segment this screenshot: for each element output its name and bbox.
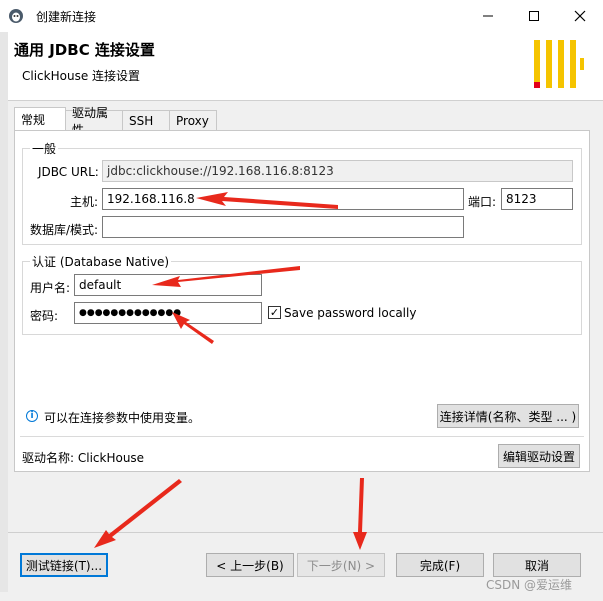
arrow-to-host-icon bbox=[196, 192, 338, 209]
arrow-to-next-button-icon bbox=[353, 478, 367, 550]
arrow-to-test-button-icon bbox=[94, 479, 182, 548]
arrow-to-username-icon bbox=[152, 266, 300, 287]
arrow-to-password-icon bbox=[172, 312, 214, 344]
annotation-arrows bbox=[94, 192, 367, 550]
